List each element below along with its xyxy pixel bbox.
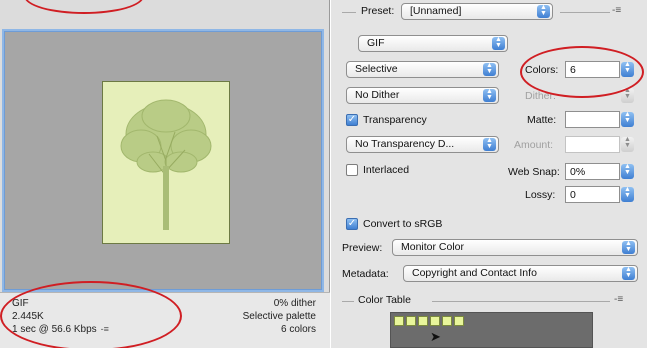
matte-color-field[interactable] xyxy=(565,111,620,128)
lossy-stepper[interactable]: ▲ ▼ xyxy=(621,186,634,202)
preview-label: Preview: xyxy=(342,242,383,254)
optimized-image xyxy=(102,81,230,244)
amount-stepper: ▲ ▼ xyxy=(621,136,634,152)
divider xyxy=(560,12,610,13)
chevron-up-down-icon: ▲ ▼ xyxy=(483,137,496,151)
color-table-title: Color Table xyxy=(358,294,411,306)
transparency-dither-select[interactable]: No Transparency D... ▲ ▼ xyxy=(346,136,499,153)
file-format-select[interactable]: GIF ▲ ▼ xyxy=(358,35,508,52)
color-swatch[interactable] xyxy=(442,316,452,326)
chevron-up-down-icon: ▲ ▼ xyxy=(492,36,505,50)
metadata-select[interactable]: Copyright and Contact Info ▲ ▼ xyxy=(403,265,638,282)
matte-select[interactable]: ▲ ▼ xyxy=(621,111,634,127)
web-snap-value: 0% xyxy=(570,166,586,178)
optimized-preview-pane[interactable] xyxy=(2,29,324,292)
color-swatch[interactable] xyxy=(418,316,428,326)
dither-algorithm-value: No Dither xyxy=(355,89,400,101)
file-format-value: GIF xyxy=(367,37,385,49)
interlaced-checkbox[interactable] xyxy=(346,164,358,176)
divider xyxy=(342,12,356,13)
chevron-up-down-icon: ▲ ▼ xyxy=(483,88,496,102)
tree-image-icon xyxy=(120,99,212,230)
color-swatch[interactable] xyxy=(406,316,416,326)
amount-label: Amount: xyxy=(514,139,554,151)
info-palette: Selective palette xyxy=(242,311,316,322)
lossy-value: 0 xyxy=(570,189,576,201)
transparency-dither-value: No Transparency D... xyxy=(355,138,455,150)
annotation-circle xyxy=(0,281,182,348)
metadata-value: Copyright and Contact Info xyxy=(412,267,537,279)
color-reduction-value: Selective xyxy=(355,63,398,75)
info-dither: 0% dither xyxy=(273,298,316,309)
color-swatch[interactable] xyxy=(430,316,440,326)
color-swatch[interactable] xyxy=(454,316,464,326)
color-table-menu-icon[interactable]: -≡ xyxy=(614,294,623,305)
color-swatch[interactable] xyxy=(394,316,404,326)
preset-label: Preset: xyxy=(361,5,395,17)
web-snap-label: Web Snap: xyxy=(508,166,560,178)
web-snap-input[interactable]: 0% xyxy=(565,163,620,180)
settings-menu-icon[interactable]: -≡ xyxy=(612,5,621,16)
transparency-checkbox[interactable]: ✓ xyxy=(346,114,358,126)
color-reduction-select[interactable]: Selective ▲ ▼ xyxy=(346,61,499,78)
lossy-input[interactable]: 0 xyxy=(565,186,620,203)
convert-srgb-checkbox[interactable]: ✓ xyxy=(346,218,358,230)
info-colors: 6 colors xyxy=(280,324,316,335)
convert-srgb-label: Convert to sRGB xyxy=(363,218,443,230)
web-snap-stepper[interactable]: ▲ ▼ xyxy=(621,163,634,179)
preset-value: [Unnamed] xyxy=(410,5,462,17)
interlaced-label: Interlaced xyxy=(363,164,410,176)
divider xyxy=(342,301,354,302)
preset-select[interactable]: [Unnamed] ▲ ▼ xyxy=(401,3,553,20)
chevron-up-down-icon: ▲ ▼ xyxy=(537,4,550,18)
preview-mode-value: Monitor Color xyxy=(401,241,465,253)
divider xyxy=(432,301,610,302)
chevron-up-down-icon: ▲ ▼ xyxy=(622,266,635,280)
mouse-cursor-icon: ➤ xyxy=(430,329,441,344)
preview-mode-select[interactable]: Monitor Color ▲ ▼ xyxy=(392,239,638,256)
amount-input xyxy=(565,136,620,153)
dither-algorithm-select[interactable]: No Dither ▲ ▼ xyxy=(346,87,499,104)
metadata-label: Metadata: xyxy=(342,268,389,280)
matte-label: Matte: xyxy=(527,114,557,126)
transparency-label: Transparency xyxy=(363,114,427,126)
chevron-up-down-icon: ▲ ▼ xyxy=(622,240,635,254)
chevron-up-down-icon: ▲ ▼ xyxy=(483,62,496,76)
color-table xyxy=(390,312,593,348)
lossy-label: Lossy: xyxy=(525,189,556,201)
annotation-circle xyxy=(520,46,644,98)
